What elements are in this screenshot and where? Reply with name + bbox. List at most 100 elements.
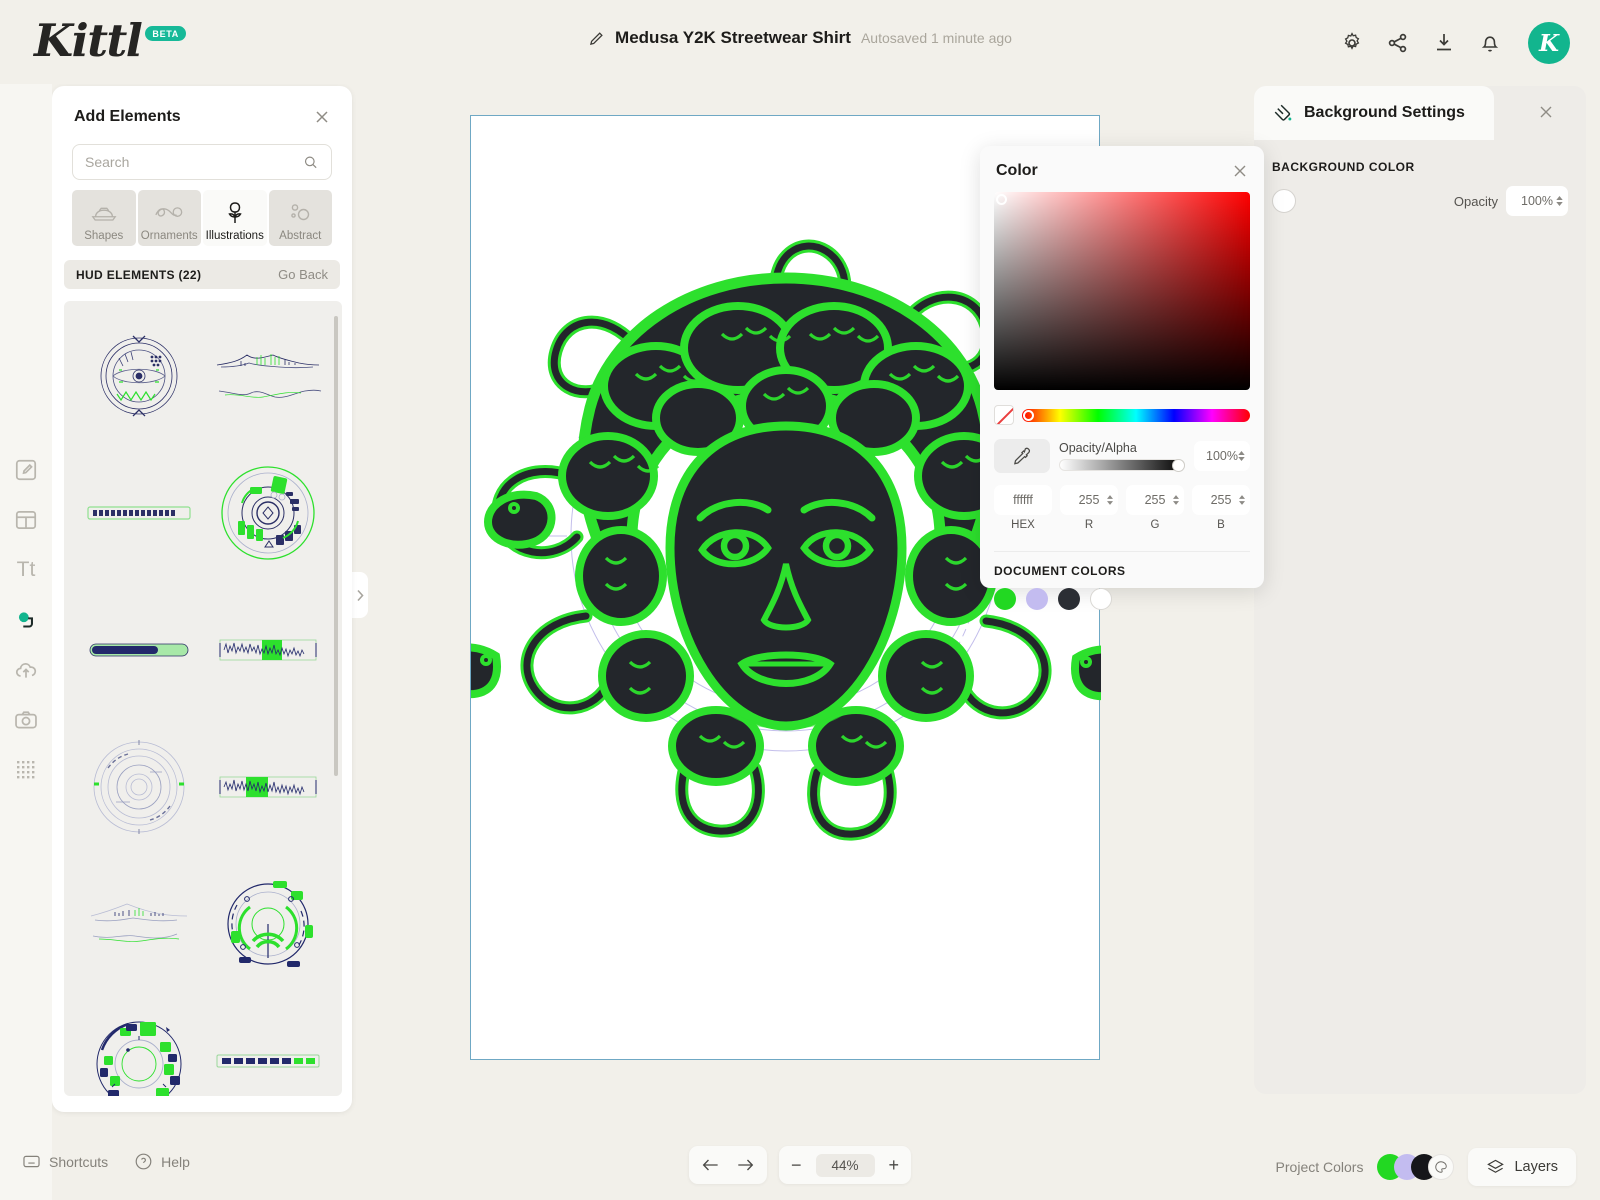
tab-shapes[interactable]: Shapes [72, 190, 136, 246]
zoom-out-button[interactable]: − [791, 1155, 802, 1176]
undo-button[interactable] [701, 1157, 721, 1173]
tab-ornaments[interactable]: Ornaments [137, 190, 201, 246]
document-color-swatch[interactable] [1026, 588, 1048, 610]
panel-scrollbar[interactable] [334, 316, 338, 776]
beta-badge: BETA [145, 26, 187, 41]
category-title: HUD ELEMENTS (22) [76, 267, 202, 282]
go-back-button[interactable]: Go Back [278, 267, 328, 282]
share-icon[interactable] [1386, 31, 1410, 55]
category-tabs: Shapes Ornaments Illustrations Abstract [52, 190, 352, 246]
hex-value: ffffff [1013, 493, 1033, 507]
layers-icon [1487, 1159, 1505, 1173]
background-opacity-field[interactable]: 100% [1506, 186, 1568, 216]
kittl-logo[interactable]: Kittl BETA [34, 16, 187, 66]
hex-field[interactable]: ffffff [994, 485, 1052, 515]
opacity-slider[interactable] [1059, 459, 1185, 472]
kittl-editor: Kittl BETA Medusa Y2K Streetwear Shirt A… [0, 0, 1600, 1200]
element-thumbnail[interactable] [205, 994, 330, 1096]
color-popover-header: Color [980, 146, 1264, 190]
b-field[interactable]: 255 [1192, 485, 1250, 515]
stepper-up-icon [1107, 495, 1113, 499]
close-icon[interactable] [314, 109, 330, 125]
background-color-label: BACKGROUND COLOR [1272, 160, 1415, 174]
stepper-up-icon [1173, 495, 1179, 499]
b-stepper[interactable] [1239, 495, 1245, 505]
element-thumbnail[interactable] [205, 583, 330, 716]
opacity-knob[interactable] [1172, 459, 1185, 472]
sidebar-item-text[interactable]: Tt [10, 554, 42, 586]
shortcuts-button[interactable]: Shortcuts [22, 1152, 108, 1171]
search-box[interactable] [72, 144, 332, 180]
tab-illustrations[interactable]: Illustrations [203, 190, 267, 246]
element-thumbnail[interactable] [205, 857, 330, 990]
element-thumbnail[interactable] [76, 720, 201, 853]
redo-button[interactable] [735, 1157, 755, 1173]
opacity-stepper[interactable] [1238, 451, 1245, 461]
bottom-left-group: Shortcuts Help [22, 1152, 190, 1171]
g-field[interactable]: 255 [1126, 485, 1184, 515]
project-colors-stack[interactable] [1377, 1154, 1455, 1180]
g-stepper[interactable] [1173, 495, 1179, 505]
document-colors-swatches [994, 588, 1250, 610]
layers-label: Layers [1514, 1159, 1558, 1175]
close-icon[interactable] [1538, 104, 1554, 120]
zoom-in-button[interactable]: + [889, 1155, 900, 1176]
add-elements-panel: Add Elements Shapes [52, 86, 352, 1112]
r-field[interactable]: 255 [1060, 485, 1118, 515]
r-stepper[interactable] [1107, 495, 1113, 505]
stepper-down-icon [1107, 501, 1113, 505]
document-color-swatch[interactable] [1058, 588, 1080, 610]
document-color-swatch[interactable] [1090, 588, 1112, 610]
sidebar-item-grid[interactable] [10, 754, 42, 786]
help-button[interactable]: Help [134, 1152, 190, 1171]
search-input[interactable] [85, 154, 304, 170]
no-color-swatch[interactable] [994, 405, 1014, 425]
document-colors-label: DOCUMENT COLORS [994, 551, 1250, 578]
eyedropper-button[interactable] [994, 439, 1050, 473]
palette-button[interactable] [1428, 1154, 1455, 1180]
eyedropper-icon [1014, 447, 1030, 465]
tab-abstract-label: Abstract [279, 230, 322, 242]
sidebar-item-design[interactable] [10, 454, 42, 486]
zoom-controls: − 44% + [778, 1146, 912, 1184]
document-title-block[interactable]: Medusa Y2K Streetwear Shirt Autosaved 1 … [588, 28, 1012, 48]
sidebar-item-uploads[interactable] [10, 654, 42, 686]
panel-collapse-handle[interactable] [352, 572, 368, 618]
opacity-value-field[interactable]: 100% [1194, 441, 1250, 471]
stepper-up-icon [1238, 451, 1245, 455]
saturation-value-area[interactable] [994, 192, 1250, 390]
close-icon[interactable] [1232, 163, 1248, 179]
document-color-swatch[interactable] [994, 588, 1016, 610]
undo-arrow-icon [702, 1159, 718, 1171]
tab-illustrations-label: Illustrations [205, 230, 264, 242]
hue-slider[interactable] [1022, 408, 1250, 422]
tab-abstract[interactable]: Abstract [268, 190, 332, 246]
text-tt-icon: Tt [16, 558, 36, 581]
hue-knob[interactable] [1023, 409, 1034, 421]
sidebar-item-templates[interactable] [10, 504, 42, 536]
element-thumbnail[interactable] [205, 309, 330, 442]
background-opacity-group: Opacity 100% [1454, 186, 1568, 216]
element-thumbnail[interactable] [205, 720, 330, 853]
sidebar-item-photos[interactable] [10, 704, 42, 736]
app-header: Kittl BETA Medusa Y2K Streetwear Shirt A… [0, 0, 1600, 84]
left-toolbar: Tt [0, 84, 52, 1200]
background-color-swatch[interactable] [1272, 189, 1296, 213]
element-thumbnail[interactable] [76, 309, 201, 442]
sidebar-item-elements[interactable] [10, 604, 42, 636]
bell-icon[interactable] [1478, 31, 1502, 55]
background-opacity-stepper[interactable] [1556, 196, 1563, 206]
gear-icon[interactable] [1340, 31, 1364, 55]
element-thumbnail[interactable] [76, 583, 201, 716]
sv-knob[interactable] [996, 194, 1007, 205]
element-thumbnail[interactable] [76, 857, 201, 990]
avatar[interactable]: K [1528, 22, 1570, 64]
layers-button[interactable]: Layers [1468, 1148, 1576, 1186]
r-label: R [1084, 519, 1094, 531]
zoom-level[interactable]: 44% [815, 1153, 875, 1177]
redo-arrow-icon [738, 1159, 754, 1171]
element-thumbnail[interactable] [205, 446, 330, 579]
element-thumbnail[interactable] [76, 994, 201, 1096]
element-thumbnail[interactable] [76, 446, 201, 579]
download-icon[interactable] [1432, 31, 1456, 55]
